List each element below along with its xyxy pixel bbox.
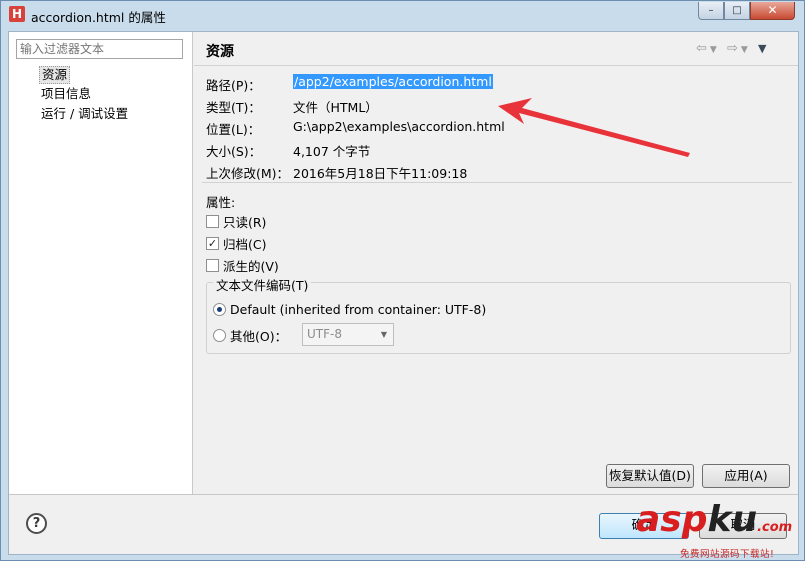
type-value: 文件（HTML） (293, 100, 378, 115)
chevron-down-icon: ▼ (380, 330, 388, 339)
close-button[interactable]: ✕ (750, 2, 795, 20)
view-menu-icon[interactable]: ▼ (758, 42, 769, 55)
apply-button[interactable]: 应用(A) (702, 464, 790, 488)
title-bar[interactable]: H accordion.html 的属性 – □ ✕ (1, 1, 804, 27)
readonly-label: 只读(R) (223, 214, 267, 230)
path-label: 路径(P)： (206, 78, 261, 93)
radio-selected-icon[interactable] (213, 302, 226, 316)
modified-value: 2016年5月18日下午11:09:18 (293, 166, 468, 181)
archive-label: 归档(C) (223, 236, 267, 252)
tree-item-project-info[interactable]: 项目信息 (39, 85, 93, 103)
encoding-select-value: UTF-8 (307, 327, 342, 341)
modified-label: 上次修改(M)： (206, 166, 290, 181)
back-menu-icon[interactable]: ▼ (710, 45, 720, 55)
properties-dialog: H accordion.html 的属性 – □ ✕ 资源 项目信息 运行 / … (0, 0, 805, 561)
forward-arrow-icon[interactable]: ⇨ (727, 41, 741, 56)
text-encoding-group: 文本文件编码(T) Default (inherited from contai… (206, 275, 791, 354)
checkmark-icon[interactable]: ✓ (206, 236, 219, 250)
forward-menu-icon[interactable]: ▼ (741, 45, 751, 55)
minimize-button[interactable]: – (698, 2, 724, 20)
size-label: 大小(S)： (206, 144, 262, 159)
navigation-tree-panel: 资源 项目信息 运行 / 调试设置 (9, 32, 193, 494)
page-navigation: ⇦▼ ⇨▼ ▼ (696, 41, 769, 56)
other-encoding-label: 其他(O)： (230, 328, 288, 344)
default-encoding-label: Default (inherited from container: UTF-8… (230, 301, 487, 317)
archive-checkbox[interactable]: ✓ 归档(C) (206, 234, 266, 252)
restore-defaults-button[interactable]: 恢复默认值(D) (606, 464, 694, 488)
encoding-select: UTF-8 ▼ (302, 323, 394, 346)
encoding-group-title: 文本文件编码(T) (213, 275, 312, 294)
dialog-body: 资源 项目信息 运行 / 调试设置 资源 ⇦▼ ⇨▼ ▼ 路径(P)： /app… (8, 31, 799, 555)
window-title: accordion.html 的属性 (31, 10, 166, 25)
help-icon[interactable]: ? (26, 513, 47, 534)
radio-unselected-icon[interactable] (213, 328, 226, 342)
location-label: 位置(L)： (206, 122, 261, 137)
section-divider (202, 182, 792, 183)
footer-divider (9, 494, 798, 495)
ok-button[interactable]: 确定 (599, 513, 689, 539)
tree-item-resource[interactable]: 资源 (39, 66, 71, 84)
page-title: 资源 (206, 44, 234, 60)
derived-checkbox[interactable]: 派生的(V) (206, 256, 279, 274)
back-arrow-icon[interactable]: ⇦ (696, 41, 710, 56)
resource-page: 资源 ⇦▼ ⇨▼ ▼ 路径(P)： /app2/examples/accordi… (194, 32, 798, 494)
default-encoding-radio[interactable]: Default (inherited from container: UTF-8… (213, 300, 486, 318)
readonly-checkbox-box[interactable] (206, 214, 219, 228)
tree-item-run-debug-settings[interactable]: 运行 / 调试设置 (39, 105, 130, 123)
maximize-button[interactable]: □ (724, 2, 750, 20)
cancel-button[interactable]: 取消 (699, 513, 787, 539)
attributes-title: 属性: (206, 195, 236, 210)
filter-input[interactable] (16, 39, 183, 59)
derived-label: 派生的(V) (223, 258, 279, 274)
html-file-icon: H (9, 6, 25, 22)
type-label: 类型(T)： (206, 100, 261, 115)
other-encoding-radio[interactable]: 其他(O)： (213, 326, 287, 344)
header-divider (194, 65, 798, 66)
location-value[interactable]: G:\app2\examples\accordion.html (293, 119, 505, 134)
size-value: 4,107 个字节 (293, 144, 371, 159)
path-value[interactable]: /app2/examples/accordion.html (293, 74, 493, 89)
readonly-checkbox[interactable]: 只读(R) (206, 212, 266, 230)
derived-checkbox-box[interactable] (206, 258, 219, 272)
